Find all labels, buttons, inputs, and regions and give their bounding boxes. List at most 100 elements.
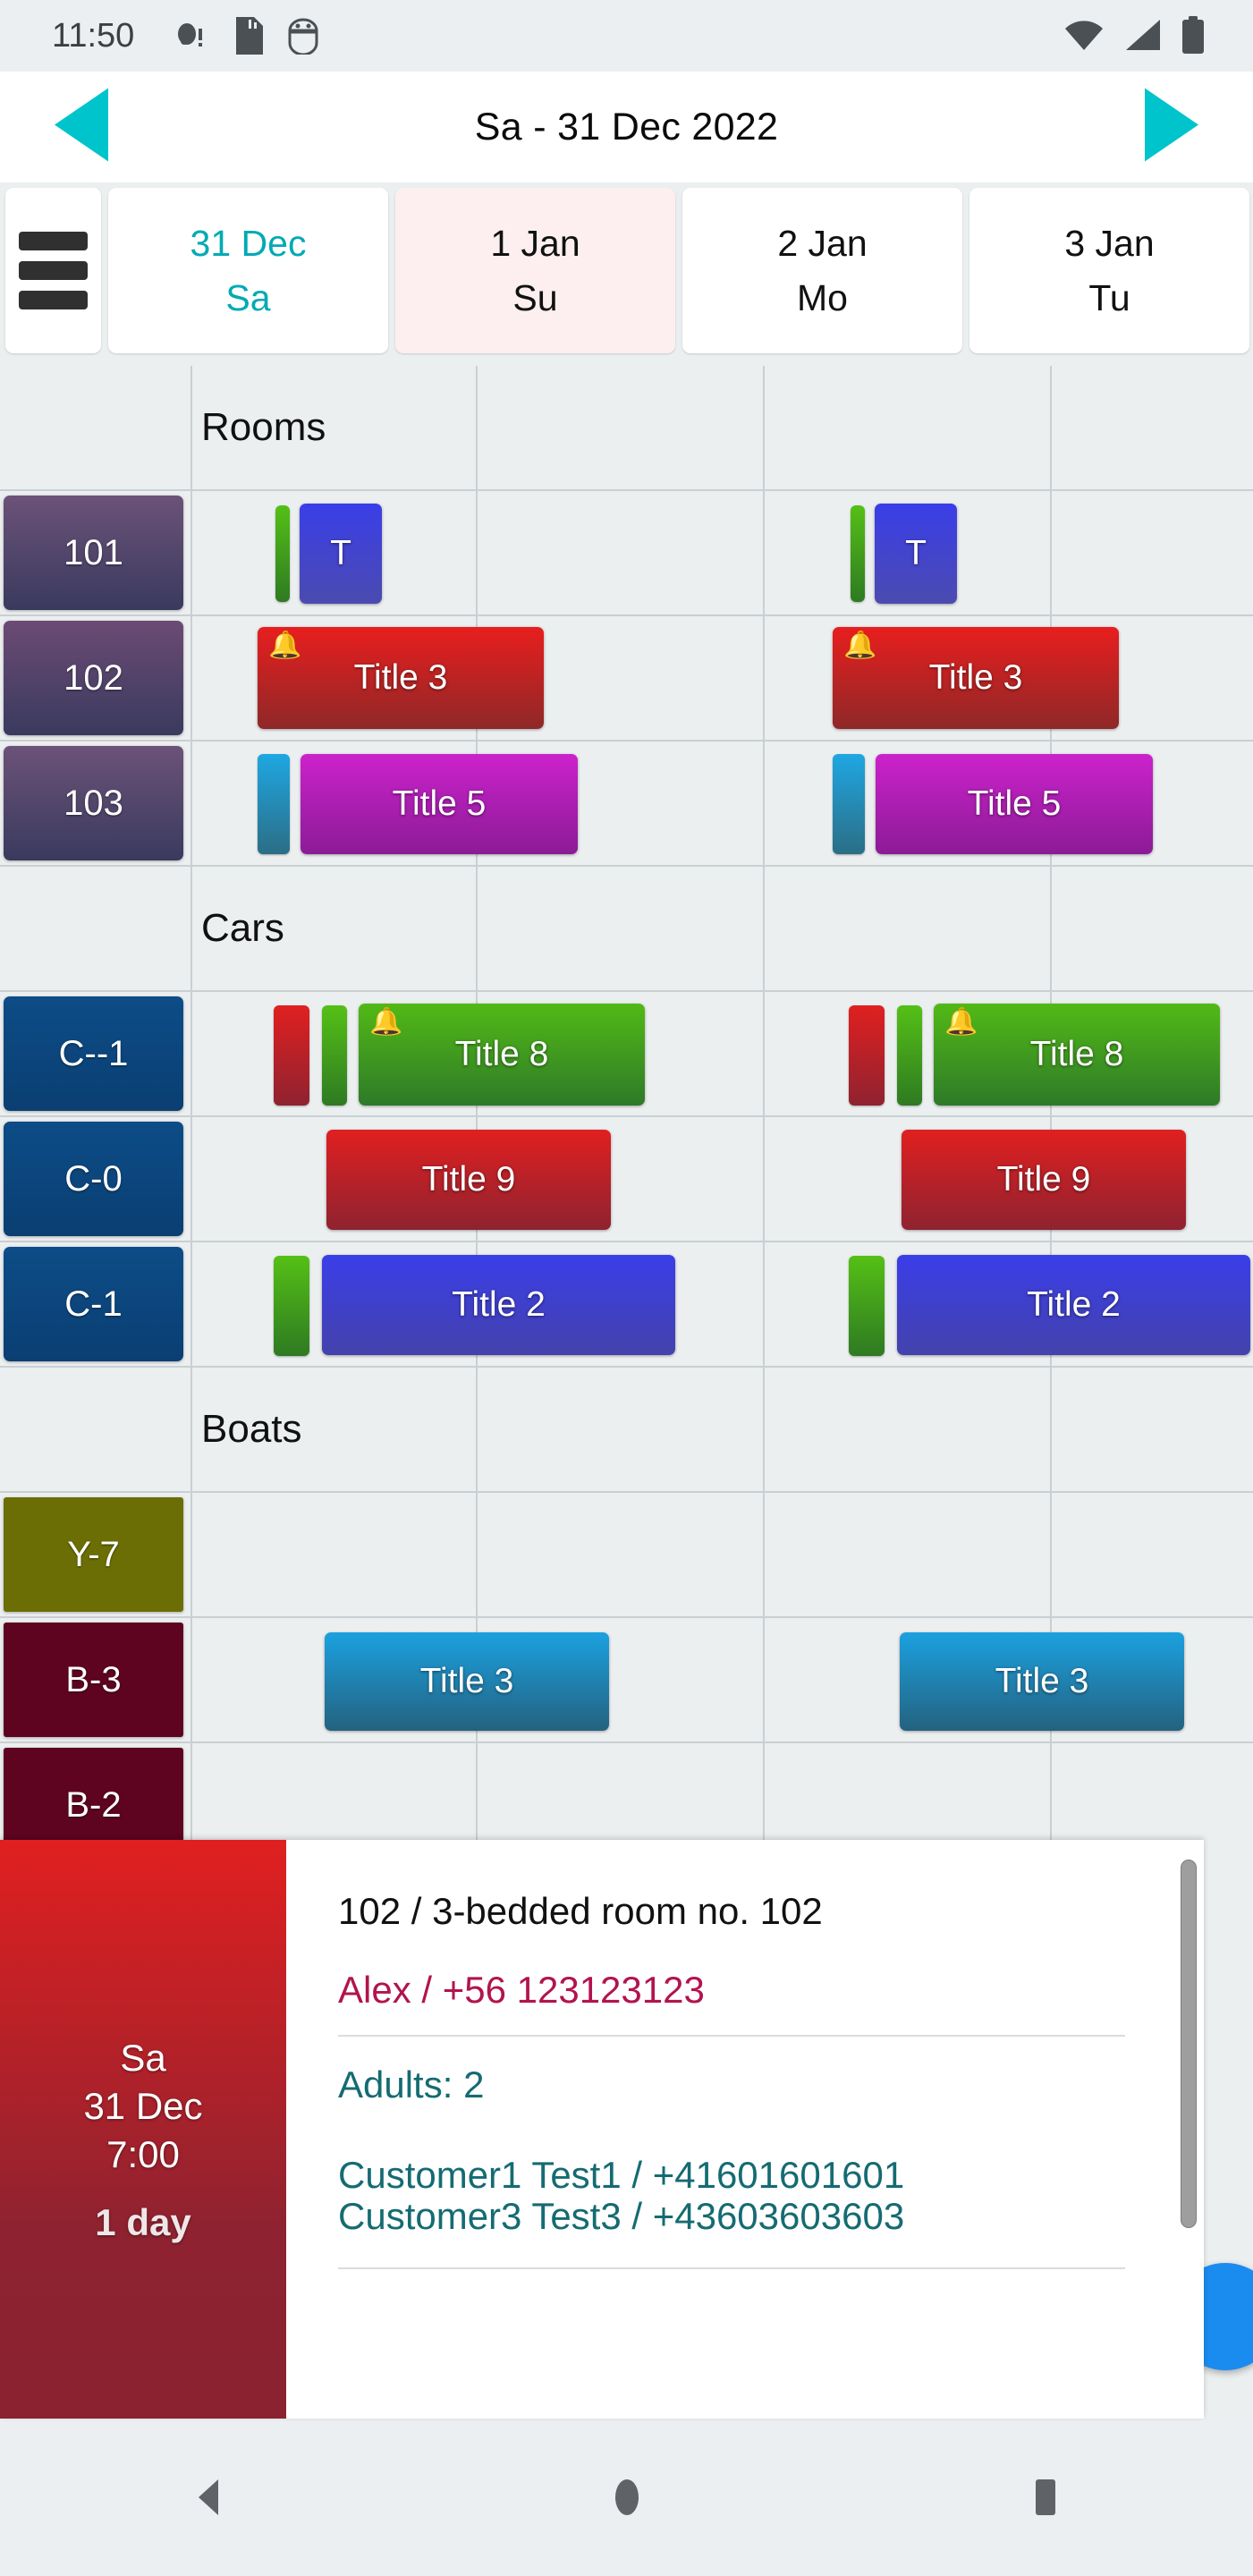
event-marker-tick[interactable] bbox=[275, 505, 290, 602]
status-left-icons bbox=[172, 17, 320, 55]
event-block[interactable]: 🔔 Title 3 bbox=[833, 627, 1119, 729]
event-title: Title 2 bbox=[452, 1285, 546, 1324]
event-block[interactable]: T bbox=[300, 504, 382, 604]
group-row-cells bbox=[190, 1368, 1253, 1491]
resource-row-103: 103 Title 5 Title 5 bbox=[0, 741, 1253, 867]
event-marker-tick[interactable] bbox=[897, 1005, 922, 1106]
detail-contact-line: Alex / +56 123123123 bbox=[338, 1969, 705, 2011]
grid-cell[interactable] bbox=[190, 1368, 478, 1491]
event-title: Title 5 bbox=[392, 784, 487, 823]
nav-home-button[interactable] bbox=[546, 2419, 707, 2576]
event-block[interactable]: Title 2 bbox=[897, 1255, 1250, 1355]
alarm-bell-icon: 🔔 bbox=[268, 631, 302, 660]
day-date: 31 Dec bbox=[190, 222, 307, 264]
grid-cell[interactable] bbox=[1052, 867, 1253, 990]
nav-recents-button[interactable] bbox=[964, 2419, 1125, 2576]
detail-time: 7:00 bbox=[106, 2132, 180, 2175]
event-marker-tick[interactable] bbox=[833, 754, 865, 854]
event-marker-tick[interactable] bbox=[258, 754, 290, 854]
grid-cell[interactable] bbox=[765, 1493, 1052, 1616]
day-column-header-2[interactable]: 2 Jan Mo bbox=[682, 188, 962, 353]
grid-cell[interactable] bbox=[1052, 1493, 1253, 1616]
resource-chip-c-1[interactable]: C-1 bbox=[4, 1247, 183, 1361]
grid-cell[interactable] bbox=[765, 366, 1052, 489]
event-block[interactable]: Title 3 bbox=[325, 1632, 609, 1731]
grid-cell[interactable] bbox=[478, 366, 765, 489]
group-row-cells bbox=[190, 366, 1253, 489]
detail-date-sidebar: Sa 31 Dec 7:00 1 day bbox=[0, 1840, 286, 2419]
resource-row-102: 102 🔔 Title 3 🔔 Title 3 bbox=[0, 616, 1253, 741]
grid-cell[interactable] bbox=[1052, 1743, 1253, 1840]
row-cells: Title 5 Title 5 bbox=[190, 741, 1253, 865]
event-block[interactable]: Title 5 bbox=[301, 754, 578, 854]
grid-cell[interactable] bbox=[190, 1493, 478, 1616]
resource-row-b-2: B-2 bbox=[0, 1743, 1253, 1840]
row-cells: Title 9 Title 9 bbox=[190, 1117, 1253, 1241]
event-block[interactable]: 🔔 Title 8 bbox=[359, 1004, 645, 1106]
resource-row-c-0: C-0 Title 9 Title 9 bbox=[0, 1117, 1253, 1242]
event-block[interactable]: 🔔 Title 8 bbox=[934, 1004, 1220, 1106]
grid-cell[interactable] bbox=[1052, 491, 1253, 614]
booking-detail-panel[interactable]: Sa 31 Dec 7:00 1 day 102 / 3-bedded room… bbox=[0, 1840, 1204, 2419]
resource-chip-b-2[interactable]: B-2 bbox=[4, 1748, 183, 1840]
grid-cell[interactable] bbox=[765, 867, 1052, 990]
event-marker-tick[interactable] bbox=[322, 1005, 347, 1106]
day-column-header-3[interactable]: 3 Jan Tu bbox=[969, 188, 1249, 353]
event-block[interactable]: Title 3 bbox=[900, 1632, 1184, 1731]
day-weekday: Su bbox=[512, 276, 558, 318]
event-marker-tick[interactable] bbox=[851, 505, 865, 602]
event-title: Title 8 bbox=[454, 1035, 549, 1073]
resource-chip-103[interactable]: 103 bbox=[4, 746, 183, 860]
home-circle-icon bbox=[614, 2479, 639, 2515]
event-block[interactable]: T bbox=[875, 504, 957, 604]
event-title: Title 9 bbox=[996, 1160, 1091, 1199]
menu-button[interactable] bbox=[5, 188, 101, 353]
grid-cell[interactable] bbox=[1052, 1368, 1253, 1491]
event-block[interactable]: Title 9 bbox=[902, 1130, 1186, 1230]
event-block[interactable]: Title 5 bbox=[876, 754, 1153, 854]
detail-content[interactable]: 102 / 3-bedded room no. 102 Alex / +56 1… bbox=[286, 1840, 1204, 2419]
event-marker-tick[interactable] bbox=[274, 1005, 309, 1106]
resource-label-cell: B-2 bbox=[0, 1743, 190, 1840]
event-marker-tick[interactable] bbox=[274, 1256, 309, 1356]
grid-cell[interactable] bbox=[478, 867, 765, 990]
event-block[interactable]: Title 9 bbox=[326, 1130, 611, 1230]
grid-cell[interactable] bbox=[478, 491, 765, 614]
resource-chip-102[interactable]: 102 bbox=[4, 621, 183, 735]
grid-cell[interactable] bbox=[1052, 366, 1253, 489]
grid-cell[interactable] bbox=[478, 1368, 765, 1491]
event-marker-tick[interactable] bbox=[849, 1005, 885, 1106]
grid-cell[interactable] bbox=[765, 1743, 1052, 1840]
resource-chip-c--1[interactable]: C--1 bbox=[4, 996, 183, 1111]
grid-cell[interactable] bbox=[190, 366, 478, 489]
event-title: Title 3 bbox=[419, 1662, 514, 1700]
resource-label-cell: C-0 bbox=[0, 1117, 190, 1241]
schedule-grid[interactable]: Rooms 101 T T 102 🔔 Title 3 🔔 Title 3 10… bbox=[0, 366, 1253, 1840]
resource-label-cell: 101 bbox=[0, 491, 190, 614]
notification-dot-icon bbox=[178, 23, 203, 47]
event-block[interactable]: Title 2 bbox=[322, 1255, 675, 1355]
event-block[interactable]: 🔔 Title 3 bbox=[258, 627, 544, 729]
resource-chip-c-0[interactable]: C-0 bbox=[4, 1122, 183, 1236]
event-title: Title 2 bbox=[1027, 1285, 1121, 1324]
next-day-button[interactable] bbox=[1139, 85, 1204, 170]
previous-day-button[interactable] bbox=[49, 85, 114, 170]
day-column-header-1[interactable]: 1 Jan Su bbox=[395, 188, 675, 353]
grid-cell[interactable] bbox=[190, 1743, 478, 1840]
sd-card-icon bbox=[236, 17, 264, 55]
hamburger-icon bbox=[19, 232, 88, 309]
resource-chip-b-3[interactable]: B-3 bbox=[4, 1623, 183, 1737]
resource-chip-101[interactable]: 101 bbox=[4, 496, 183, 610]
nav-back-button[interactable] bbox=[129, 2419, 290, 2576]
detail-scrollbar[interactable] bbox=[1181, 1860, 1197, 2228]
resource-chip-y-7[interactable]: Y-7 bbox=[4, 1497, 183, 1612]
grid-cell[interactable] bbox=[478, 1743, 765, 1840]
day-column-header-0[interactable]: 31 Dec Sa bbox=[108, 188, 388, 353]
event-title: Title 9 bbox=[421, 1160, 516, 1199]
status-bar: 11:50 bbox=[0, 0, 1253, 72]
grid-cell[interactable] bbox=[765, 1368, 1052, 1491]
grid-cell[interactable] bbox=[478, 1493, 765, 1616]
group-header-cars: Cars bbox=[0, 867, 1253, 992]
event-marker-tick[interactable] bbox=[849, 1256, 885, 1356]
grid-cell[interactable] bbox=[190, 867, 478, 990]
